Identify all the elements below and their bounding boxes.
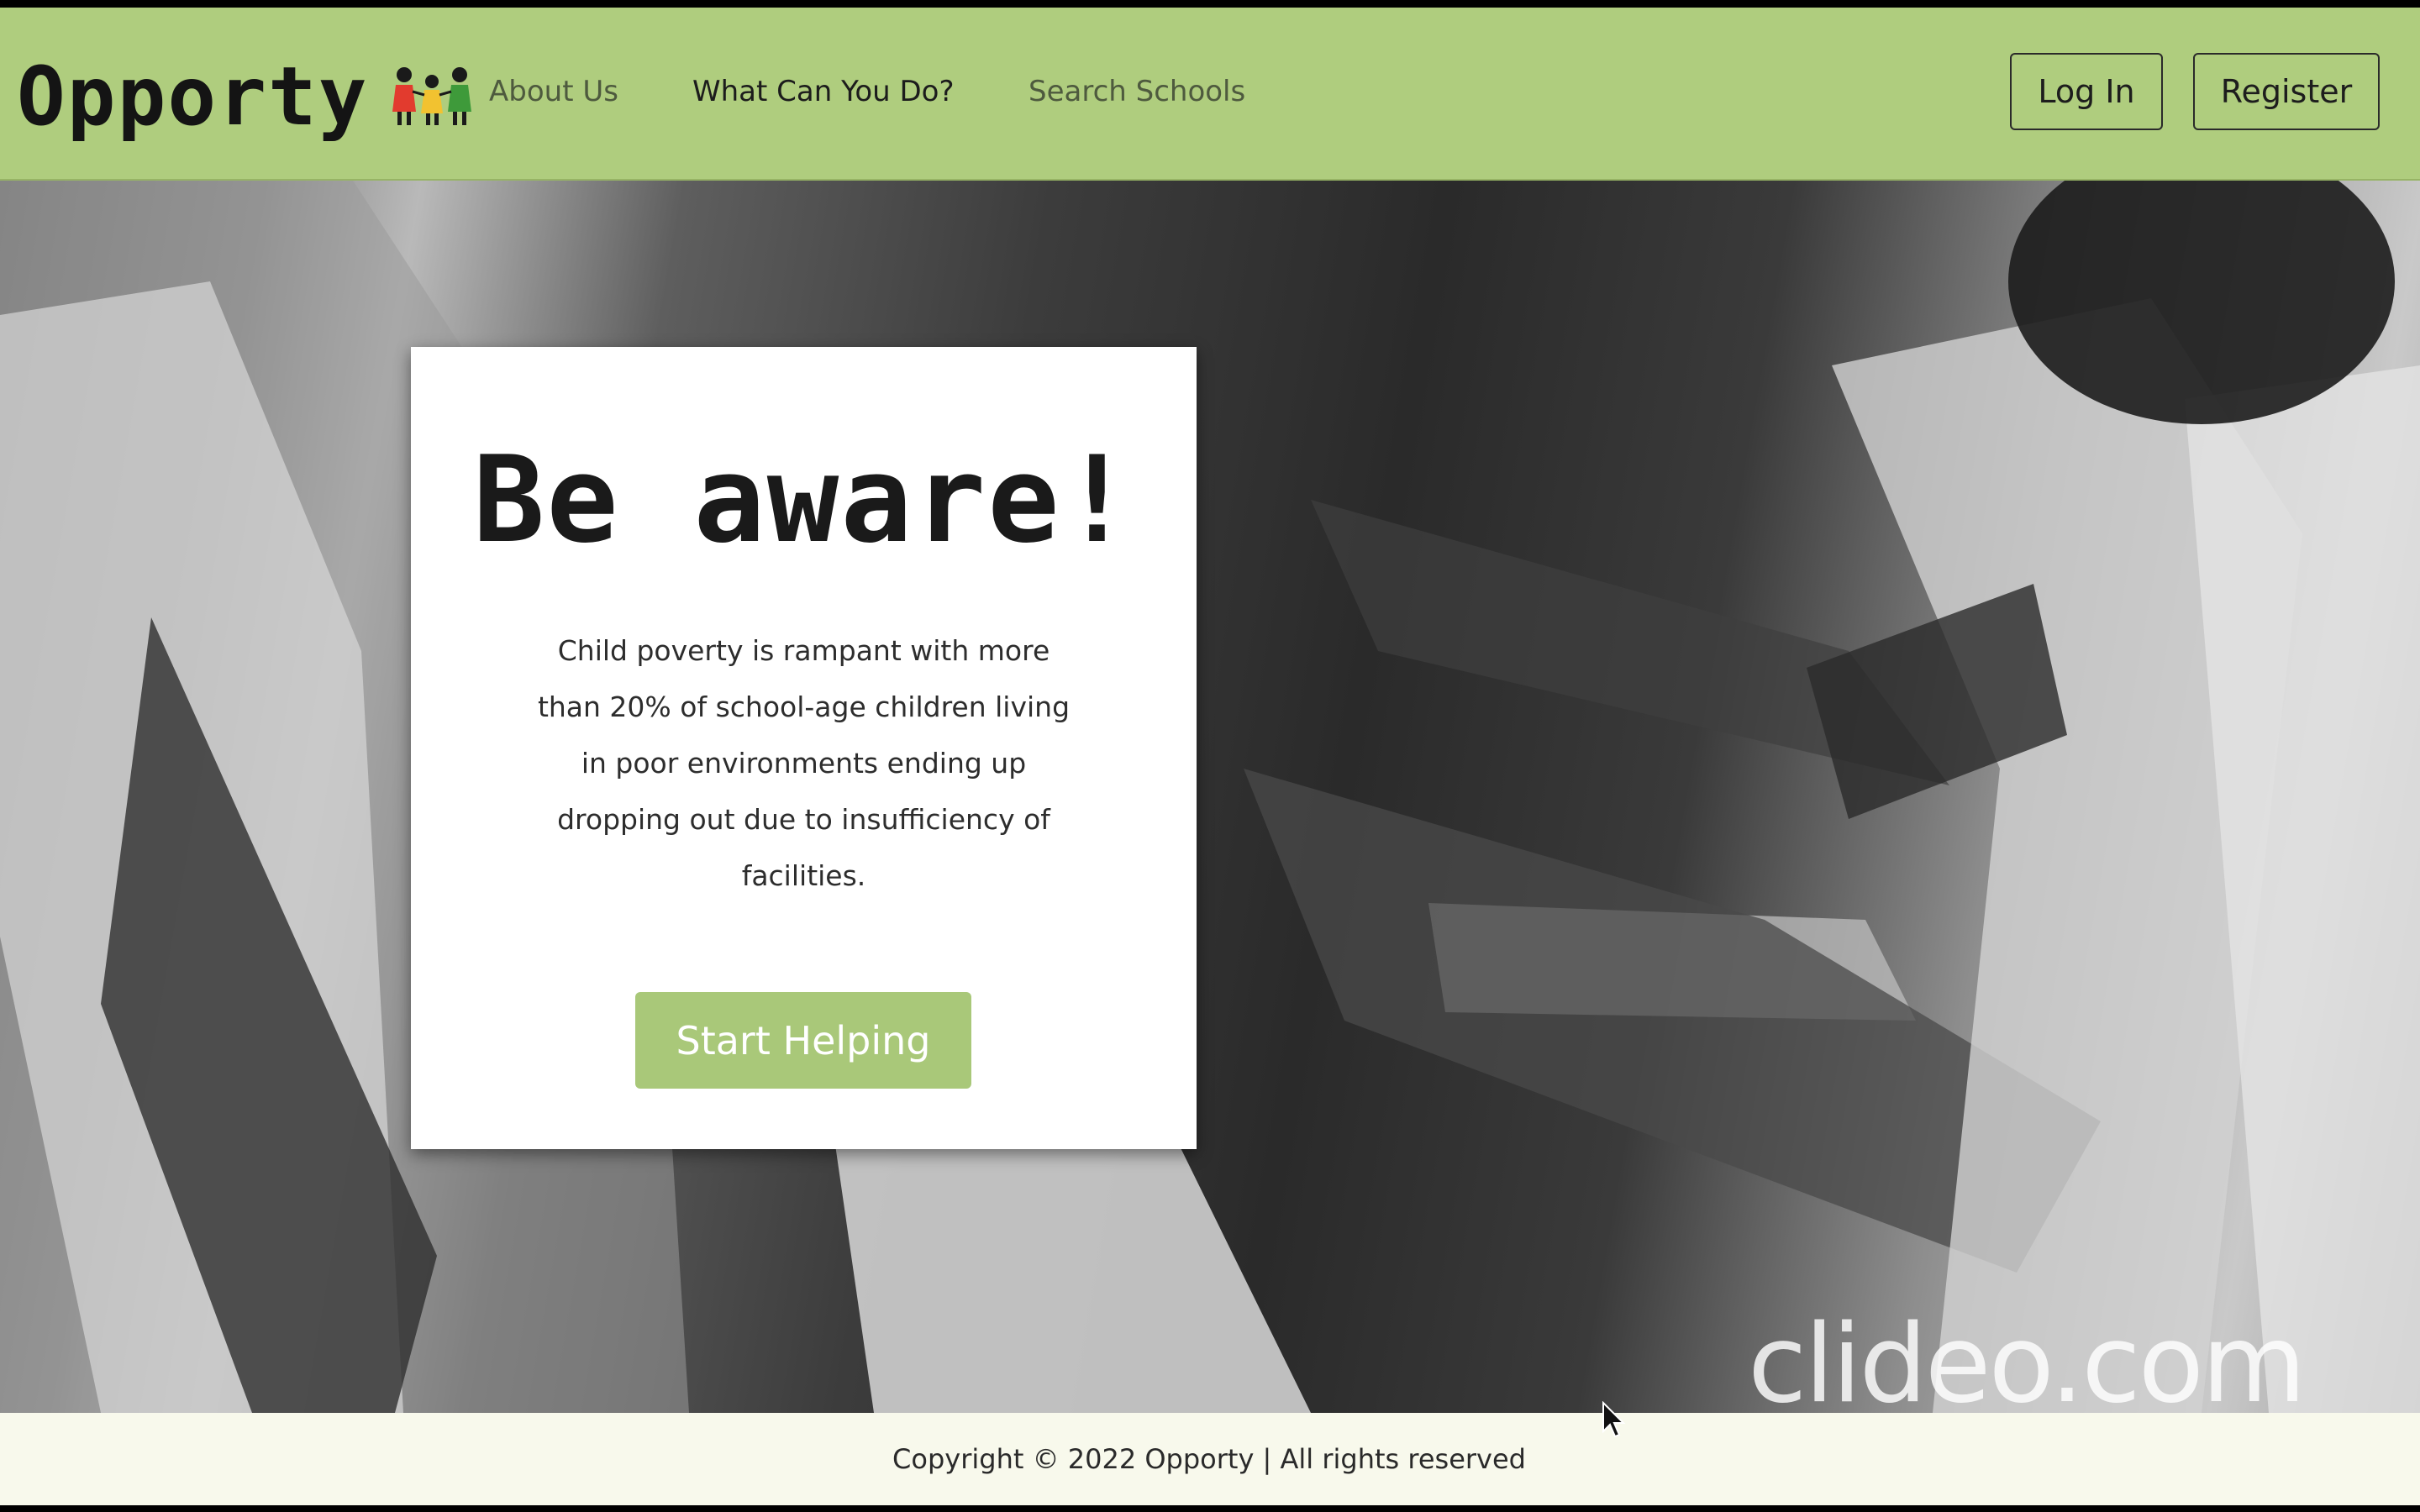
- mouse-cursor-icon: [1602, 1401, 1626, 1438]
- copyright-text: Copyright © 2022 Opporty | All rights re…: [892, 1443, 1526, 1475]
- login-button[interactable]: Log In: [2010, 53, 2163, 130]
- site-footer: Copyright © 2022 Opporty | All rights re…: [0, 1413, 2420, 1505]
- hero-section: Be aware! Child poverty is rampant with …: [0, 181, 2420, 1413]
- page: Opporty About Us What Can You Do? Search…: [0, 0, 2420, 1512]
- watermark: clideo.com: [1748, 1302, 2307, 1413]
- children-holding-hands-icon: [392, 67, 471, 125]
- nav-about-us[interactable]: About Us: [489, 75, 618, 108]
- nav-search-schools[interactable]: Search Schools: [1028, 75, 1245, 108]
- start-helping-button[interactable]: Start Helping: [635, 992, 971, 1089]
- site-header: Opporty About Us What Can You Do? Search…: [0, 8, 2420, 181]
- register-button[interactable]: Register: [2193, 53, 2380, 130]
- card-description: Child poverty is rampant with more than …: [537, 634, 1071, 892]
- brand-name: Opporty: [17, 50, 369, 144]
- hero-background-photo: [0, 181, 2420, 1413]
- awareness-card: Be aware! Child poverty is rampant with …: [411, 347, 1197, 1149]
- brand-logo[interactable]: Opporty: [17, 46, 473, 147]
- card-title: Be aware!: [472, 431, 1135, 570]
- nav-what-can-you-do[interactable]: What Can You Do?: [692, 75, 955, 108]
